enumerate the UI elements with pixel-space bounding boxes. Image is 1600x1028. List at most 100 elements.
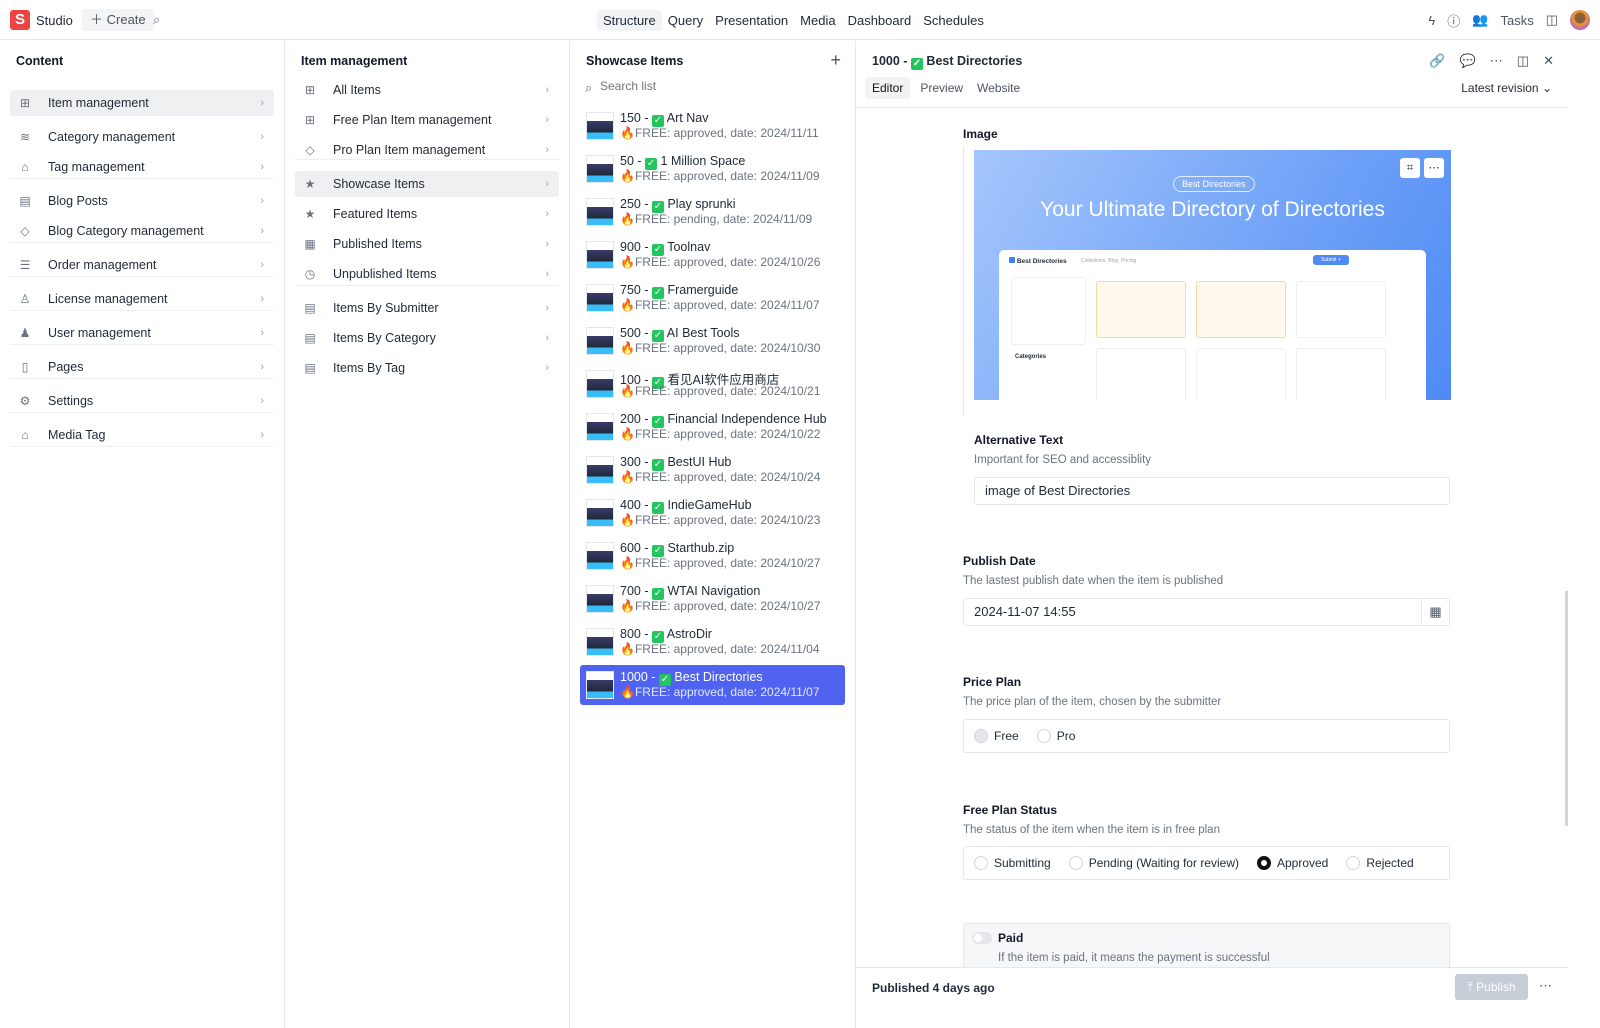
sidebar-item-user-management[interactable]: ♟User management›	[10, 320, 274, 346]
list-item[interactable]: 100 - ✓ 看见AI软件应用商店🔥FREE: approved, date:…	[580, 364, 845, 404]
studio-logo[interactable]: S	[10, 10, 30, 30]
sidebar-item-order-management[interactable]: ☰Order management›	[10, 252, 274, 278]
menu-item-items-by-submitter[interactable]: ▤Items By Submitter›	[295, 295, 559, 321]
users-icon[interactable]: 👥	[1472, 12, 1488, 28]
price-plan-description: The price plan of the item, chosen by th…	[963, 696, 1221, 708]
list-item[interactable]: 1000 - ✓ Best Directories🔥FREE: approved…	[580, 665, 845, 705]
radio-pro[interactable]: Pro	[1037, 729, 1076, 743]
sidebar-item-tag-management[interactable]: ⌂Tag management›	[10, 154, 274, 180]
image-preview[interactable]: Best Directories Your Ultimate Directory…	[974, 150, 1451, 400]
nav-presentation[interactable]: Presentation	[709, 10, 794, 31]
sidebar-item-media-tag[interactable]: ⌂Media Tag›	[10, 422, 274, 448]
radio-free[interactable]: Free	[974, 729, 1019, 743]
list-item[interactable]: 600 - ✓ Starthub.zip🔥FREE: approved, dat…	[580, 536, 845, 576]
nav-structure[interactable]: Structure	[597, 10, 662, 31]
link-icon[interactable]: 🔗	[1429, 53, 1445, 69]
chevron-right-icon: ›	[545, 178, 549, 190]
tab-preview[interactable]: Preview	[910, 77, 973, 99]
list-item[interactable]: 750 - ✓ Framerguide🔥FREE: approved, date…	[580, 278, 845, 318]
chevron-right-icon: ›	[260, 161, 264, 173]
chevron-right-icon: ›	[545, 144, 549, 156]
menu-item-unpublished-items[interactable]: ◷Unpublished Items›	[295, 261, 559, 287]
list-item[interactable]: 800 - ✓ AstroDir🔥FREE: approved, date: 2…	[580, 622, 845, 662]
image-label: Image	[963, 127, 998, 141]
list-item[interactable]: 900 - ✓ Toolnav🔥FREE: approved, date: 20…	[580, 235, 845, 275]
chevron-right-icon: ›	[545, 362, 549, 374]
scrollbar[interactable]	[1565, 591, 1568, 826]
item-thumbnail	[586, 155, 614, 183]
list-item[interactable]: 200 - ✓ Financial Independence Hub🔥FREE:…	[580, 407, 845, 447]
main-nav: Structure Query Presentation Media Dashb…	[597, 10, 990, 31]
more-icon[interactable]: ⋯	[1424, 158, 1444, 178]
list-item[interactable]: 150 - ✓ Art Nav🔥FREE: approved, date: 20…	[580, 106, 845, 146]
alt-text-input[interactable]: image of Best Directories	[974, 477, 1450, 505]
help-icon[interactable]: ⓘ	[1447, 11, 1460, 30]
more-icon[interactable]: ⋯	[1490, 53, 1503, 69]
nav-query[interactable]: Query	[662, 10, 709, 31]
list-item[interactable]: 400 - ✓ IndieGameHub🔥FREE: approved, dat…	[580, 493, 845, 533]
comment-icon[interactable]: 💬	[1460, 53, 1476, 69]
star-icon: ★	[303, 177, 317, 191]
tab-editor[interactable]: Editor	[865, 77, 910, 99]
nav-schedules[interactable]: Schedules	[917, 10, 990, 31]
split-pane-icon[interactable]: ◫	[1517, 53, 1529, 69]
chevron-right-icon: ›	[260, 195, 264, 207]
alt-description: Important for SEO and accessiblity	[974, 454, 1151, 466]
radio-rejected[interactable]: Rejected	[1346, 856, 1413, 870]
item-thumbnail	[586, 671, 614, 699]
calendar-icon[interactable]: ▦	[1421, 599, 1449, 625]
avatar[interactable]	[1570, 10, 1590, 30]
item-thumbnail	[586, 456, 614, 484]
chevron-right-icon: ›	[260, 429, 264, 441]
menu-item-published-items[interactable]: ▦Published Items›	[295, 231, 559, 257]
close-icon[interactable]: ✕	[1543, 53, 1554, 69]
add-icon[interactable]: +	[830, 50, 841, 71]
grid-icon: ⊞	[18, 96, 32, 110]
nav-dashboard[interactable]: Dashboard	[842, 10, 918, 31]
user-icon: ♙	[18, 292, 32, 306]
list-item[interactable]: 250 - ✓ Play sprunki🔥FREE: pending, date…	[580, 192, 845, 232]
menu-item-free-plan-item-management[interactable]: ⊞Free Plan Item management›	[295, 107, 559, 133]
item-thumbnail	[586, 585, 614, 613]
create-button[interactable]: ＋ Create	[82, 9, 154, 31]
layers-icon: ≋	[18, 130, 32, 144]
tasks-button[interactable]: Tasks	[1500, 13, 1533, 28]
radio-pending[interactable]: Pending (Waiting for review)	[1069, 856, 1239, 870]
lightning-icon[interactable]: ϟ	[1428, 13, 1435, 28]
top-bar: S Studio ＋ Create ⌕ Structure Query Pres…	[0, 0, 1600, 40]
publish-button[interactable]: ⤒ Publish	[1455, 974, 1528, 1000]
list-item[interactable]: 300 - ✓ BestUI Hub🔥FREE: approved, date:…	[580, 450, 845, 490]
search-icon[interactable]: ⌕	[153, 12, 160, 28]
publish-date-input[interactable]: 2024-11-07 14:55▦	[963, 598, 1450, 626]
chevron-right-icon: ›	[260, 225, 264, 237]
menu-item-items-by-category[interactable]: ▤Items By Category›	[295, 325, 559, 351]
app-name: Studio	[36, 13, 73, 28]
nav-media[interactable]: Media	[794, 10, 841, 31]
sidebar-item-license-management[interactable]: ♙License management›	[10, 286, 274, 312]
pane-title: Item management	[301, 54, 407, 68]
sidebar-item-settings[interactable]: ⚙Settings›	[10, 388, 274, 414]
sidebar-item-blog-category-management[interactable]: ◇Blog Category management›	[10, 218, 274, 244]
menu-item-showcase-items[interactable]: ★Showcase Items›	[295, 171, 559, 197]
menu-item-items-by-tag[interactable]: ▤Items By Tag›	[295, 355, 559, 381]
chevron-right-icon: ›	[545, 332, 549, 344]
list-item[interactable]: 50 - ✓ 1 Million Space🔥FREE: approved, d…	[580, 149, 845, 189]
revision-select[interactable]: Latest revision ⌄	[1461, 81, 1552, 95]
sidebar-item-pages[interactable]: ▯Pages›	[10, 354, 274, 380]
paid-toggle[interactable]	[972, 932, 992, 944]
sidebar-item-blog-posts[interactable]: ▤Blog Posts›	[10, 188, 274, 214]
menu-item-all-items[interactable]: ⊞All Items›	[295, 77, 559, 103]
chevron-right-icon: ›	[260, 327, 264, 339]
menu-item-featured-items[interactable]: ★Featured Items›	[295, 201, 559, 227]
list-item[interactable]: 500 - ✓ AI Best Tools🔥FREE: approved, da…	[580, 321, 845, 361]
list-item[interactable]: 700 - ✓ WTAI Navigation🔥FREE: approved, …	[580, 579, 845, 619]
crop-icon[interactable]: ⌗	[1400, 158, 1420, 178]
tab-website[interactable]: Website	[973, 77, 1024, 99]
search-input[interactable]	[600, 79, 820, 93]
radio-approved[interactable]: Approved	[1257, 856, 1328, 870]
radio-submitting[interactable]: Submitting	[974, 856, 1051, 870]
sidebar-item-category-management[interactable]: ≋Category management›	[10, 124, 274, 150]
more-icon[interactable]: ⋯	[1539, 978, 1552, 994]
panel-icon[interactable]: ◫	[1546, 12, 1558, 28]
table-icon: ▤	[303, 331, 317, 345]
